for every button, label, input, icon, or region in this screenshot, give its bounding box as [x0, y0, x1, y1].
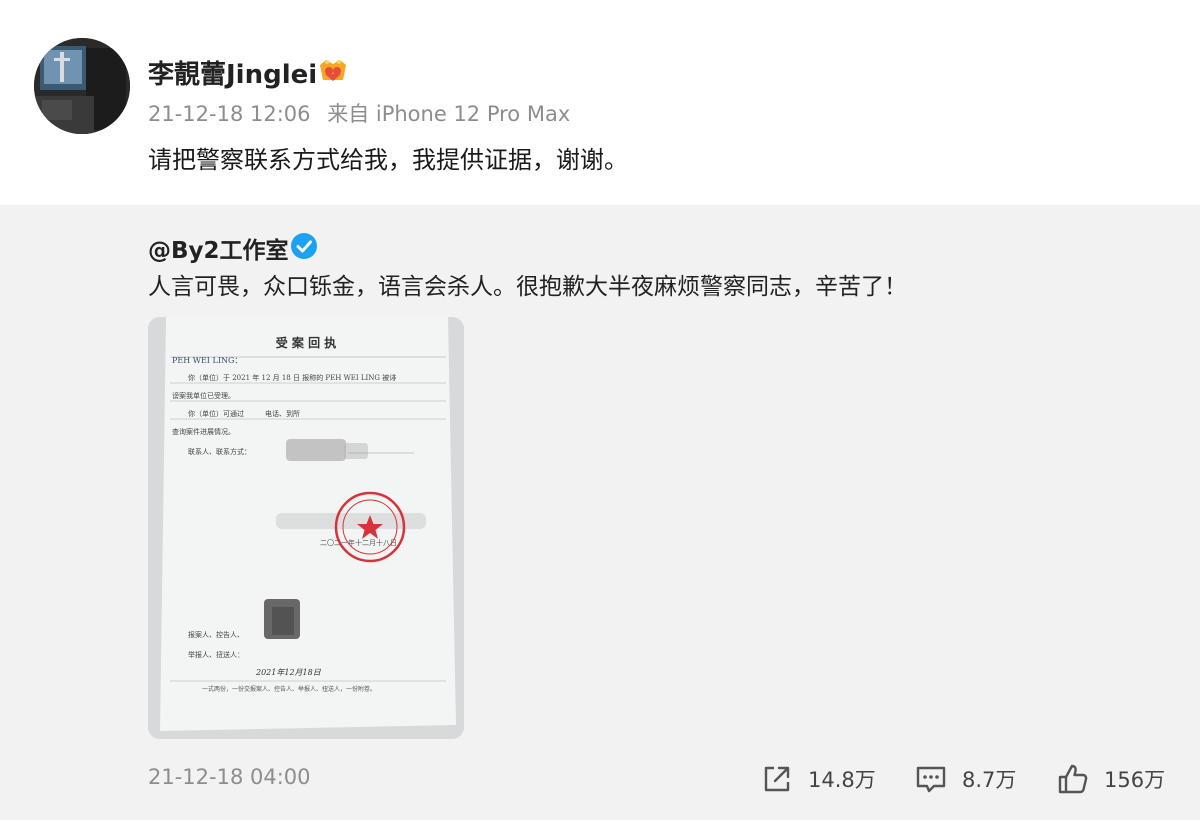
like-button[interactable]: 156万 — [1056, 761, 1165, 797]
post-timestamp[interactable]: 21-12-18 12:06 — [148, 102, 311, 126]
doc-footnote: 一式两份，一份交报案人、控告人、举报人、扭送人，一份附卷。 — [202, 685, 376, 693]
doc-line3: 你（单位）可通过 电话、到所 — [188, 409, 300, 418]
repost-count: 14.8万 — [808, 768, 876, 792]
comment-count: 8.7万 — [962, 768, 1017, 792]
comment-icon — [916, 766, 946, 793]
repost-button[interactable]: 14.8万 — [760, 761, 876, 797]
post-text: 请把警察联系方式给我，我提供证据，谢谢。 — [148, 146, 628, 174]
comment-button[interactable]: 8.7万 — [914, 761, 1016, 797]
doc-title: 受 案 回 执 — [276, 335, 337, 350]
like-count: 156万 — [1104, 768, 1166, 792]
repost-text: 人言可畏，众口铄金，语言会杀人。很抱歉大半夜麻烦警察同志，辛苦了！ — [148, 274, 907, 300]
document-photo[interactable]: 受 案 回 执 PEH WEI LING： 你（单位）于 2021 年 12 月… — [148, 317, 464, 739]
post-meta: 21-12-18 12:06 来自 iPhone 12 Pro Max — [148, 98, 580, 128]
verified-check-icon — [290, 232, 318, 260]
doc-line1: 你（单位）于 2021 年 12 月 18 日 报称的 PEH WEI LING… — [188, 373, 396, 382]
post-source: 来自 iPhone 12 Pro Max — [327, 102, 571, 126]
doc-sig2: 举报人、扭送人： — [188, 650, 244, 659]
author-avatar[interactable] — [34, 38, 130, 134]
original-post: 李靚蕾Jinglei 21-12-18 12:06 来自 iPhone 12 P… — [0, 0, 1200, 205]
doc-line5: 联系人、联系方式： — [188, 447, 251, 456]
reposted-post[interactable]: @By2工作室 人言可畏，众口铄金，语言会杀人。很抱歉大半夜麻烦警察同志，辛苦了… — [0, 205, 1200, 820]
doc-recipient: PEH WEI LING： — [172, 356, 242, 365]
doc-line2: 谤案我单位已受理。 — [172, 391, 235, 400]
repost-timestamp[interactable]: 21-12-18 04:00 — [148, 765, 311, 789]
share-icon — [764, 766, 790, 792]
author-name[interactable]: 李靚蕾Jinglei — [148, 54, 317, 91]
repost-author[interactable]: @By2工作室 — [148, 231, 289, 265]
doc-date-line: 二〇二一年十二月十八日 — [320, 538, 397, 547]
doc-sig-date: 2021年12月18日 — [255, 668, 322, 677]
doc-line4: 查询案件进展情况。 — [172, 427, 235, 436]
doc-sig1: 报案人、控告人、 — [188, 630, 244, 639]
thumbs-up-icon — [1058, 764, 1088, 794]
crown-badge-icon — [318, 56, 348, 84]
